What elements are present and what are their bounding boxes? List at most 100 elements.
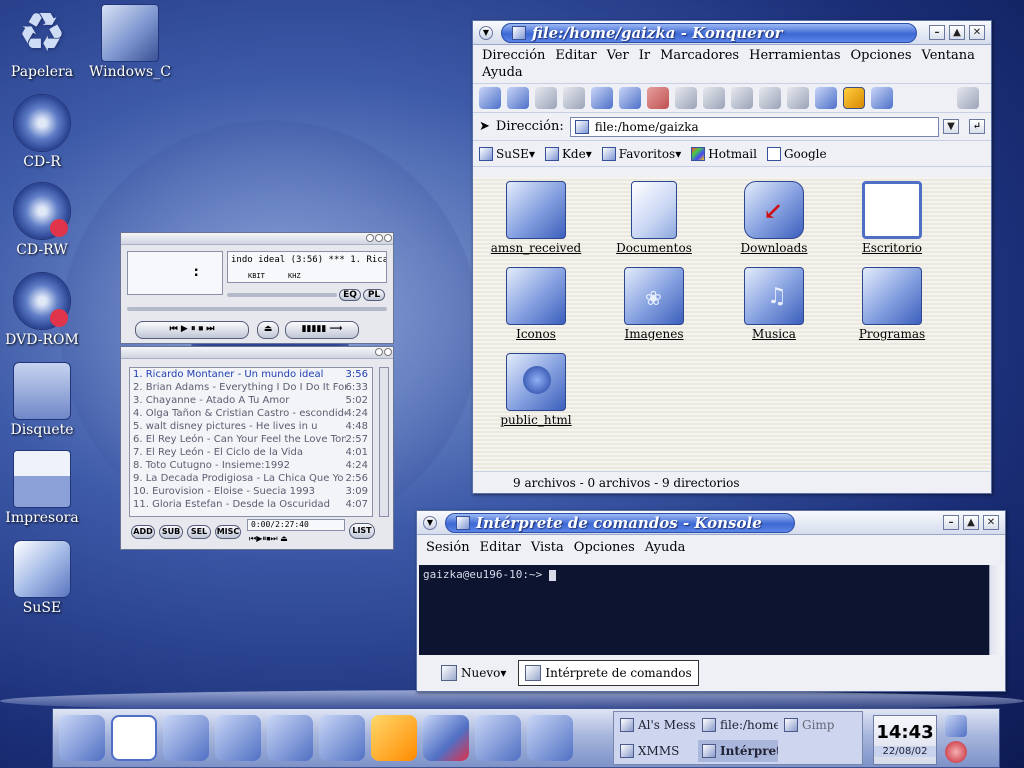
gear-icon[interactable]: [957, 87, 979, 109]
forward-arrow-icon[interactable]: [563, 87, 585, 109]
folder-amsn-received[interactable]: amsn_received: [481, 181, 591, 255]
playlist-row[interactable]: 9. La Decada Prodigiosa - La Chica Que Y…: [130, 472, 372, 485]
desktop-access-icon[interactable]: [111, 715, 157, 761]
location-input[interactable]: file:/home/gaizka: [569, 116, 939, 137]
bookmark-favoritos[interactable]: Favoritos ▾: [601, 146, 681, 161]
menu-ver[interactable]: Ver: [602, 47, 634, 64]
folder-public-html[interactable]: public_html: [481, 353, 591, 427]
desktop-icon-suse[interactable]: SuSE: [0, 540, 84, 616]
folder-documentos[interactable]: Documentos: [599, 181, 709, 255]
maximize-button[interactable]: ▲: [949, 25, 965, 40]
bookmark-kde[interactable]: Kde ▾: [544, 146, 592, 161]
playlist-sel-button[interactable]: SEL: [187, 525, 211, 539]
window-menu-button[interactable]: ▼: [423, 515, 437, 530]
playlist-row[interactable]: 1. Ricardo Montaner - Un mundo ideal 3:56: [130, 368, 372, 381]
folder-escritorio[interactable]: Escritorio: [837, 181, 947, 255]
desktop-icon-cd-rw[interactable]: CD-RW: [0, 182, 84, 258]
menu-opciones[interactable]: Opciones: [569, 539, 640, 556]
desktop-icon-printer[interactable]: Impresora: [0, 450, 84, 526]
desktop-icon-trash[interactable]: ♻ Papelera: [0, 4, 84, 81]
desktop-icon-floppy[interactable]: Disquete: [0, 362, 84, 438]
xmms-seek-bar[interactable]: [127, 307, 387, 311]
xmms-titlebar[interactable]: [121, 233, 393, 245]
close-button[interactable]: ✕: [983, 515, 999, 530]
menu-ayuda[interactable]: Ayuda: [640, 539, 691, 556]
window-menu-button[interactable]: ▼: [479, 25, 493, 40]
terminal-scrollbar[interactable]: [989, 565, 1003, 655]
folder-imagenes[interactable]: ❀ Imagenes: [599, 267, 709, 341]
xmms-minimize-icon[interactable]: [366, 234, 374, 242]
playlist-row[interactable]: 6. El Rey León - Can Your Feel the Love …: [130, 433, 372, 446]
desktop-icon-dvd-rom[interactable]: DVD-ROM: [0, 272, 84, 348]
bookmark-suse[interactable]: SuSE ▾: [479, 146, 535, 161]
maximize-button[interactable]: ▲: [963, 515, 979, 530]
minimize-button[interactable]: –: [929, 25, 945, 40]
menu-ir[interactable]: Ir: [634, 47, 655, 64]
paste-icon[interactable]: [731, 87, 753, 109]
xmms-eject-button[interactable]: ⏏: [257, 321, 279, 339]
stop-icon[interactable]: [647, 87, 669, 109]
zoom-in-icon[interactable]: [787, 87, 809, 109]
menu-marcadores[interactable]: Marcadores: [655, 47, 744, 64]
xmms-transport-controls[interactable]: ⏮ ▶ ⏸ ⏹ ⏭: [135, 321, 249, 339]
task-msn-messenger[interactable]: Al's Messe: [616, 714, 696, 736]
playlist-close-icon[interactable]: [384, 348, 392, 356]
home-icon[interactable]: [591, 87, 613, 109]
tree-view-icon[interactable]: [871, 87, 893, 109]
menu-ayuda[interactable]: Ayuda: [477, 64, 528, 81]
playlist-row[interactable]: 8. Toto Cutugno - Insieme:1992 4:24: [130, 459, 372, 472]
home-folder-icon[interactable]: [163, 715, 209, 761]
close-button[interactable]: ✕: [969, 25, 985, 40]
menu-vista[interactable]: Vista: [526, 539, 569, 556]
menu-ventana[interactable]: Ventana: [917, 47, 980, 64]
zoom-out-icon[interactable]: [815, 87, 837, 109]
personal-settings-icon[interactable]: [215, 715, 261, 761]
xmms-pl-button[interactable]: PL: [363, 289, 385, 301]
xmms-shuffle-repeat[interactable]: ▮▮▮▮▮ ⟶: [285, 321, 359, 339]
menu-herramientas[interactable]: Herramientas: [744, 47, 845, 64]
monitor-app-icon[interactable]: [527, 715, 573, 761]
terminal-area[interactable]: gaizka@eu196-10:~>: [419, 565, 989, 655]
playlist-row[interactable]: 5. walt disney pictures - He lives in u4…: [130, 420, 372, 433]
playlist-row[interactable]: 11. Gloria Estefan - Desde la Oscuridad 4…: [130, 498, 372, 511]
menu-editar[interactable]: Editar: [475, 539, 526, 556]
lock-screen-icon[interactable]: [945, 715, 967, 737]
mms-icon[interactable]: [423, 715, 469, 761]
konqueror-titlebar[interactable]: ▼ file:/home/gaizka - Konqueror – ▲ ✕: [473, 21, 991, 45]
xmms-eq-button[interactable]: EQ: [339, 289, 361, 301]
panel-clock[interactable]: 14:43 22/08/02: [873, 715, 937, 765]
users-icon[interactable]: [319, 715, 365, 761]
playlist-row[interactable]: 7. El Rey León - El Ciclo de la Vida 4:01: [130, 446, 372, 459]
menu-direccion[interactable]: Dirección: [477, 47, 550, 64]
playlist-misc-button[interactable]: MISC: [215, 525, 241, 539]
cut-icon[interactable]: [675, 87, 697, 109]
xmms-volume-slider[interactable]: [227, 293, 337, 297]
task-gimp[interactable]: Gimp: [780, 714, 862, 736]
up-arrow-icon[interactable]: [507, 87, 529, 109]
task-xmms[interactable]: XMMS: [616, 740, 696, 762]
playlist-row[interactable]: 2. Brian Adams - Everything I Do I Do It…: [130, 381, 372, 394]
xmms-close-icon[interactable]: [384, 234, 392, 242]
menu-opciones[interactable]: Opciones: [846, 47, 917, 64]
playlist-add-button[interactable]: ADD: [131, 525, 155, 539]
chat-bubble-icon[interactable]: [475, 715, 521, 761]
playlist-row[interactable]: 4. Olga Tañon & Cristian Castro - escond…: [130, 407, 372, 420]
back-arrow-icon[interactable]: [535, 87, 557, 109]
playlist-list-button[interactable]: LIST: [349, 523, 375, 539]
folder-musica[interactable]: ♫ Musica: [719, 267, 829, 341]
playlist-titlebar[interactable]: [121, 347, 393, 359]
desktop-icon-cd-r[interactable]: CD-R: [0, 94, 84, 170]
playlist-sub-button[interactable]: SUB: [159, 525, 183, 539]
xchat-icon[interactable]: [371, 715, 417, 761]
split-view-icon[interactable]: [479, 87, 501, 109]
session-tab-shell[interactable]: Intérprete de comandos: [518, 660, 699, 686]
bookmark-hotmail[interactable]: Hotmail: [691, 146, 757, 161]
new-session-button[interactable]: Nuevo ▾: [435, 660, 512, 686]
playlist-shade-icon[interactable]: [375, 348, 383, 356]
kde-menu-icon[interactable]: [59, 715, 105, 761]
location-dropdown-button[interactable]: ▼: [943, 119, 959, 134]
menu-editar[interactable]: Editar: [550, 47, 601, 64]
xmms-shade-icon[interactable]: [375, 234, 383, 242]
playlist-row[interactable]: 10. Eurovision - Eloise - Suecia 1993 3:0…: [130, 485, 372, 498]
bookmark-google[interactable]: Google: [766, 146, 827, 161]
